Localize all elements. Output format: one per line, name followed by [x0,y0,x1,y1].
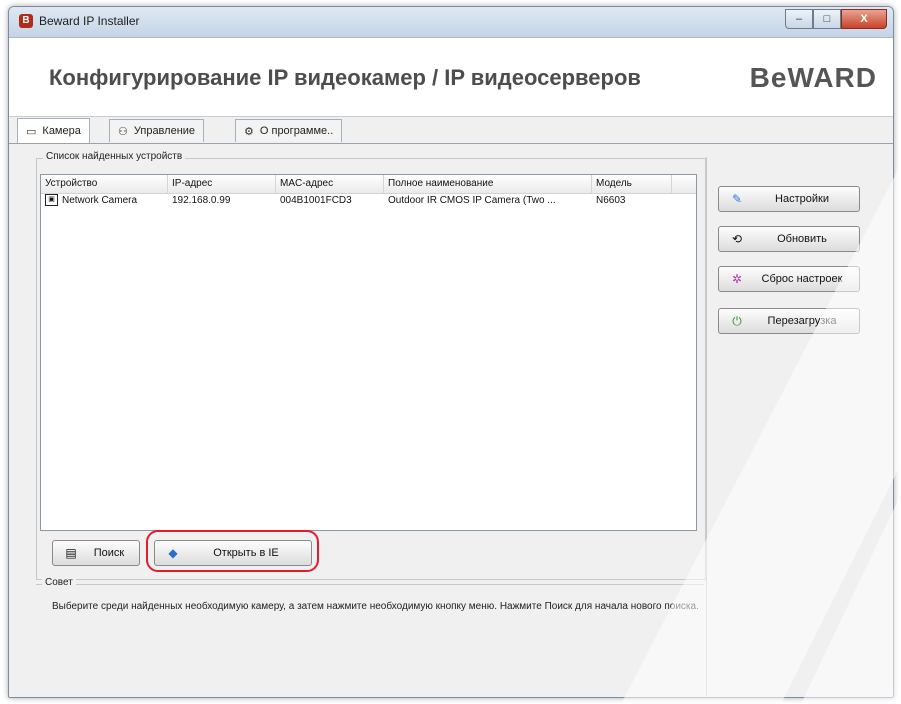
close-button[interactable]: X [841,9,887,29]
column-ip[interactable]: IP-адрес [168,175,276,193]
reboot-button[interactable]: ⏻ Перезагрузка [718,308,860,334]
devices-group-label: Список найденных устройств [43,151,186,162]
advice-group-label: Совет [42,577,76,588]
device-model: N6603 [596,195,626,206]
wrench-icon: ✎ [731,192,743,206]
device-ip: 192.168.0.99 [172,195,231,206]
device-full-name: Outdoor IR CMOS IP Camera (Two ... [388,195,556,206]
refresh-button-label: Обновить [777,233,827,245]
tab-camera-label: Камера [42,125,81,137]
advice-text: Выберите среди найденных необходимую кам… [52,601,699,612]
refresh-button[interactable]: ⟲ Обновить [718,226,860,252]
refresh-icon: ⟲ [731,232,743,246]
app-logo-icon: B [19,14,33,28]
column-device[interactable]: Устройство [41,175,168,193]
settings-button-label: Настройки [775,193,829,205]
column-full-name[interactable]: Полное наименование [384,175,592,193]
tab-bar: ▭ Камера ⚇ Управление ⚙ О программе.. [9,117,893,144]
power-icon: ⏻ [732,313,742,328]
tab-management[interactable]: ⚇ Управление [109,119,205,142]
camera-icon: ▭ [26,125,37,138]
search-button[interactable]: ▤ Поиск [52,540,140,566]
search-button-label: Поиск [93,547,125,559]
users-icon: ⚇ [118,125,128,138]
maximize-button[interactable]: □ [813,9,841,29]
tab-about-label: О программе.. [259,125,334,137]
column-mac[interactable]: MAC-адрес [276,175,384,193]
window-controls: – □ X [785,9,887,29]
device-camera-icon: ▣ [45,194,58,207]
device-name: Network Camera [62,195,138,206]
minimize-button[interactable]: – [785,9,813,29]
device-list-header: Устройство IP-адрес MAC-адрес Полное наи… [41,175,696,194]
info-icon: ⚙ [244,125,254,138]
tab-about[interactable]: ⚙ О программе.. [235,119,343,142]
page-title: Конфигурирование IP видеокамер / IP виде… [49,65,641,90]
search-document-icon: ▤ [65,546,77,560]
reboot-button-label: Перезагрузка [767,315,837,327]
column-model[interactable]: Модель [592,175,672,193]
settings-button[interactable]: ✎ Настройки [718,186,860,212]
brand-logo: BeWARD [749,62,877,93]
reset-settings-label: Сброс настроек [761,273,843,285]
device-mac: 004B1001FCD3 [280,195,352,206]
app-header: Конфигурирование IP видеокамер / IP виде… [9,38,893,117]
reset-gear-icon: ✲ [731,272,743,286]
tab-camera[interactable]: ▭ Камера [17,118,90,143]
device-cell: ▣ Network Camera [41,193,168,209]
window-title: Beward IP Installer [39,14,140,28]
device-row[interactable]: ▣ Network Camera 192.168.0.99 004B1001FCD… [41,193,696,209]
device-list[interactable]: Устройство IP-адрес MAC-адрес Полное наи… [40,174,697,531]
highlight-ring [146,530,319,572]
panel-divider [706,157,707,696]
tab-management-label: Управление [133,125,196,137]
title-bar[interactable]: B Beward IP Installer – □ X [9,7,893,38]
reset-settings-button[interactable]: ✲ Сброс настроек [718,266,860,292]
